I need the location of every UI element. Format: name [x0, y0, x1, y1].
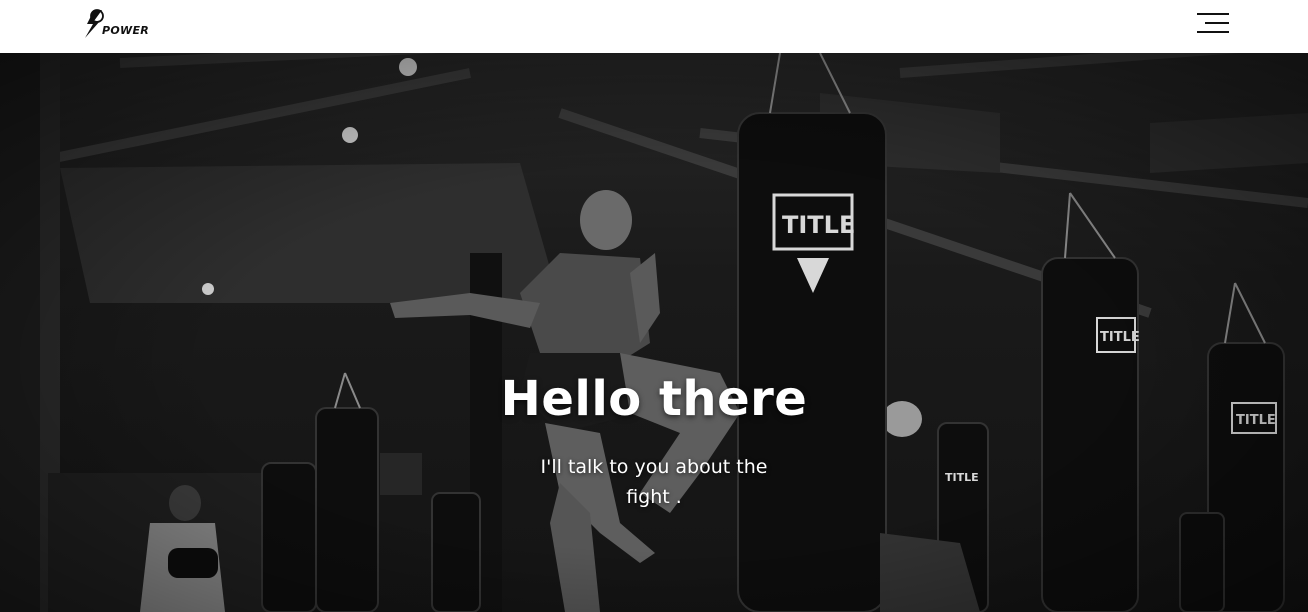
hero-section: TITLE TITLE TITLE TITLE	[0, 53, 1308, 612]
menu-bar-middle	[1205, 22, 1229, 24]
hero-subtitle: I'll talk to you about the fight .	[540, 456, 768, 508]
hero-background-image: TITLE TITLE TITLE TITLE	[0, 53, 1308, 612]
hamburger-menu-button[interactable]	[1193, 8, 1233, 38]
hero-title: Hello there	[500, 371, 808, 427]
logo-wordmark: POWER	[102, 24, 150, 37]
site-logo[interactable]: POWER	[80, 7, 170, 41]
menu-bar-top	[1197, 13, 1229, 15]
top-navbar: POWER	[0, 0, 1308, 53]
menu-bar-bottom	[1197, 31, 1229, 33]
